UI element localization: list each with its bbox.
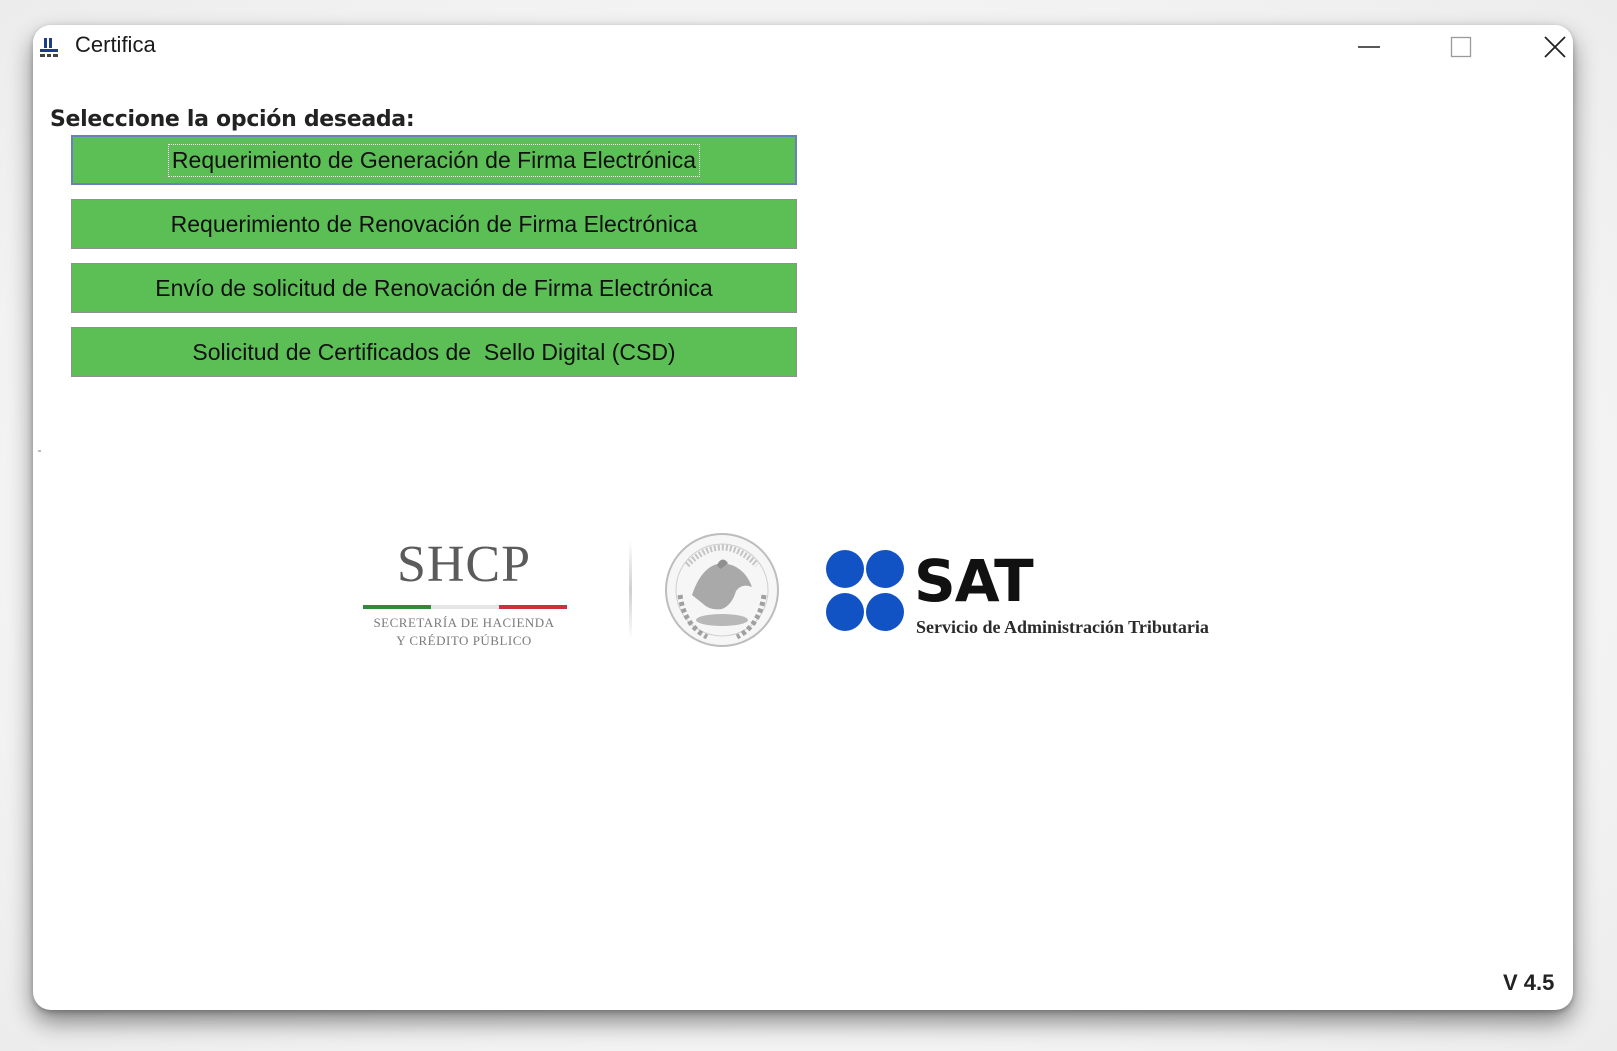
- digital-seal-certificates-label: Solicitud de Certificados de Sello Digit…: [192, 338, 676, 365]
- close-button[interactable]: [1510, 25, 1573, 69]
- sat-logo-dots: [826, 550, 904, 631]
- logo-divider: [629, 540, 632, 640]
- government-logos: SHCP SECRETARÍA DE HACIENDA Y CRÉDITO PÚ…: [359, 515, 1249, 665]
- shcp-logo: SHCP SECRETARÍA DE HACIENDA Y CRÉDITO PÚ…: [359, 535, 569, 648]
- digital-seal-certificates-button[interactable]: Solicitud de Certificados de Sello Digit…: [71, 327, 797, 377]
- maximize-icon: [1450, 36, 1472, 58]
- version-label: V 4.5: [1503, 970, 1555, 995]
- generation-request-label: Requerimiento de Generación de Firma Ele…: [167, 143, 701, 177]
- title-bar[interactable]: Certifica: [33, 25, 1573, 69]
- close-icon: [1544, 36, 1566, 58]
- generation-request-button[interactable]: Requerimiento de Generación de Firma Ele…: [71, 135, 797, 185]
- renewal-request-label: Requerimiento de Renovación de Firma Ele…: [170, 210, 698, 237]
- app-icon: [40, 38, 58, 57]
- national-seal-icon: [665, 533, 779, 647]
- renewal-request-button[interactable]: Requerimiento de Renovación de Firma Ele…: [71, 199, 797, 249]
- shcp-subtitle-line2: Y CRÉDITO PÚBLICO: [396, 633, 532, 648]
- minimize-button[interactable]: [1324, 25, 1414, 69]
- sat-title: SAT: [914, 547, 1034, 615]
- window-title: Certifica: [75, 32, 156, 57]
- shcp-subtitle-line1: SECRETARÍA DE HACIENDA: [373, 615, 555, 630]
- send-renewal-request-button[interactable]: Envío de solicitud de Renovación de Firm…: [71, 263, 797, 313]
- shcp-flag-stripe: [363, 605, 567, 609]
- certifica-window: Certifica Seleccione la opción deseada: …: [33, 25, 1573, 1010]
- minimize-icon: [1358, 46, 1380, 48]
- maximize-button[interactable]: [1416, 25, 1506, 69]
- sat-subtitle: Servicio de Administración Tributaria: [916, 617, 1209, 637]
- instruction-label: Seleccione la opción deseada:: [50, 107, 415, 132]
- send-renewal-request-label: Envío de solicitud de Renovación de Firm…: [155, 274, 713, 301]
- stray-mark: [38, 450, 41, 452]
- shcp-title: SHCP: [396, 536, 532, 593]
